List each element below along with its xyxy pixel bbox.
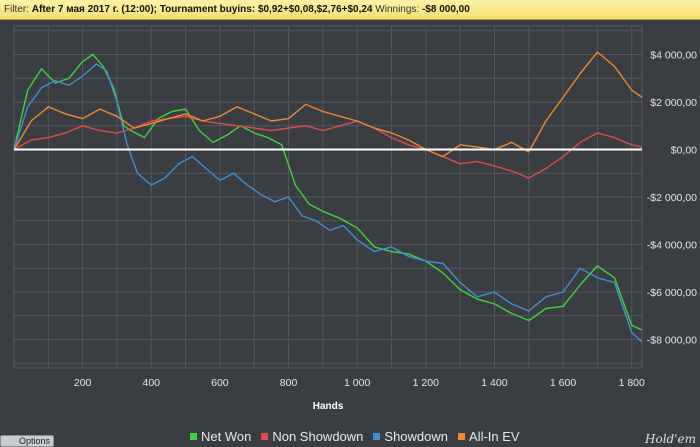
legend-item-all-in-ev[interactable]: All-In EV bbox=[458, 428, 520, 445]
series-line-all-in-ev bbox=[13, 51, 643, 158]
y-tick-label: -$4 000,00 bbox=[647, 240, 697, 252]
y-tick-label: $0,00 bbox=[671, 145, 697, 157]
legend-label-all-in-ev: All-In EV bbox=[469, 429, 520, 444]
showdown-swatch bbox=[373, 433, 381, 440]
y-tick-label: -$6 000,00 bbox=[647, 287, 697, 299]
options-button[interactable]: Options bbox=[0, 435, 54, 447]
x-axis-ticks: 200 400 600 800 1 000 1 200 1 400 1 600 1 800 bbox=[74, 377, 645, 389]
buyins-label: Tournament buyins: bbox=[159, 4, 256, 15]
brand-logo: Hold'em bbox=[645, 432, 696, 446]
buyins-value: $0,92+$0,08,$2,76+$0,24 bbox=[257, 4, 373, 15]
winnings-value: -$8 000,00 bbox=[421, 4, 470, 15]
winnings-label: Winnings: bbox=[375, 4, 420, 15]
filter-label: Filter: bbox=[4, 4, 29, 15]
x-tick-label: 1 600 bbox=[550, 377, 576, 389]
legend-item-non-showdown[interactable]: Non Showdown bbox=[261, 428, 363, 445]
x-axis-label: Hands bbox=[313, 401, 344, 412]
legend-item-net-won[interactable]: Net Won bbox=[190, 428, 251, 445]
all-in-ev-swatch bbox=[458, 433, 466, 440]
y-tick-label: $2 000,00 bbox=[650, 97, 697, 109]
results-chart: 200 400 600 800 1 000 1 200 1 400 1 600 1 800 $4… bbox=[13, 25, 697, 412]
filter-value: After 7 мая 2017 г. (12:00); bbox=[31, 4, 157, 15]
x-tick-label: 1 400 bbox=[481, 377, 507, 389]
x-tick-label: 800 bbox=[280, 377, 298, 389]
non-showdown-swatch bbox=[261, 433, 269, 440]
legend-label-net-won: Net Won bbox=[201, 429, 252, 444]
net-won-swatch bbox=[190, 433, 197, 440]
x-tick-label: 200 bbox=[74, 377, 92, 389]
legend-label-showdown: Showdown bbox=[384, 429, 449, 444]
series-line-net-won bbox=[13, 53, 643, 331]
x-tick-label: 1 200 bbox=[413, 377, 439, 389]
y-tick-label: $4 000,00 bbox=[650, 50, 697, 62]
y-tick-label: -$8 000,00 bbox=[647, 335, 697, 347]
x-tick-label: 400 bbox=[143, 377, 161, 389]
series-line-showdown bbox=[13, 63, 643, 343]
chart-legend: Net Won Non Showdown Showdown All-In EV bbox=[190, 428, 520, 445]
y-axis-ticks: $4 000,00 $2 000,00 $0,00 -$2 000,00 -$4 000… bbox=[647, 50, 697, 347]
y-tick-label: -$2 000,00 bbox=[647, 192, 697, 204]
x-tick-label: 1 800 bbox=[619, 377, 645, 389]
legend-label-non-showdown: Non Showdown bbox=[272, 429, 364, 444]
x-tick-label: 600 bbox=[211, 377, 229, 389]
legend-item-showdown[interactable]: Showdown bbox=[373, 428, 448, 445]
filter-bar: Filter: After 7 мая 2017 г. (12:00); Tou… bbox=[0, 0, 700, 20]
x-tick-label: 1 000 bbox=[344, 377, 370, 389]
